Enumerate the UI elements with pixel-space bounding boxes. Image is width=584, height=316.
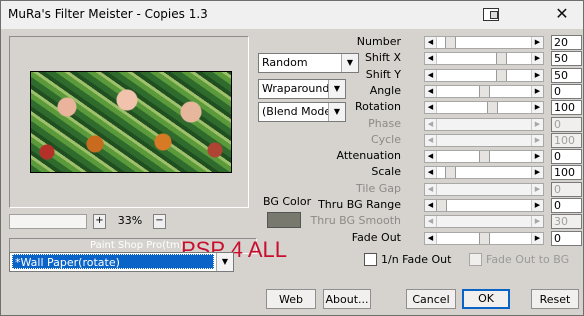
rotation-label: Rotation — [354, 100, 401, 113]
preset-dropdown[interactable]: *Wall Paper(rotate) ▼ — [9, 252, 234, 272]
thru-bg-range-value-field[interactable]: 0 — [551, 198, 582, 213]
thru-bg-smooth-label: Thru BG Smooth — [310, 214, 402, 227]
status-text: Paint Shop Pro(tm) — [90, 240, 184, 251]
chevron-right-icon[interactable]: ▶ — [531, 233, 543, 244]
tile-gap-value-field[interactable]: 0 — [551, 182, 582, 197]
chevron-right-icon[interactable]: ▶ — [531, 102, 543, 113]
number-slider-thumb[interactable] — [445, 37, 456, 48]
angle-slider-thumb[interactable] — [479, 86, 490, 97]
cycle-slider[interactable]: ◀ ▶ — [424, 134, 544, 147]
phase-slider[interactable]: ◀ ▶ — [424, 118, 544, 131]
chevron-left-icon[interactable]: ◀ — [425, 37, 437, 48]
rotation-value-field[interactable]: 100 — [551, 100, 582, 115]
chevron-right-icon[interactable]: ▶ — [531, 135, 543, 146]
chevron-left-icon[interactable]: ◀ — [425, 70, 437, 81]
shift-y-slider-thumb[interactable] — [496, 70, 507, 81]
chevron-right-icon[interactable]: ▶ — [531, 216, 543, 227]
angle-label: Angle — [369, 84, 401, 97]
fade-out-slider-thumb[interactable] — [479, 233, 490, 244]
chevron-right-icon[interactable]: ▶ — [531, 70, 543, 81]
chevron-left-icon[interactable]: ◀ — [425, 135, 437, 146]
fade-out-slider[interactable]: ◀ ▶ — [424, 232, 544, 245]
preview-image[interactable] — [30, 71, 232, 173]
tile-gap-label: Tile Gap — [355, 182, 401, 195]
attenuation-value-field[interactable]: 0 — [551, 149, 582, 164]
chevron-right-icon[interactable]: ▶ — [531, 119, 543, 130]
shift-x-label: Shift X — [364, 51, 401, 64]
angle-value-field[interactable]: 0 — [551, 84, 582, 99]
reset-button[interactable]: Reset — [531, 289, 579, 309]
chevron-left-icon[interactable]: ◀ — [425, 216, 437, 227]
tile-gap-slider[interactable]: ◀ ▶ — [424, 183, 544, 196]
thru-bg-smooth-value-field[interactable]: 30 — [551, 214, 582, 229]
preview-panel[interactable] — [9, 36, 249, 208]
number-value-field[interactable]: 20 — [551, 35, 582, 50]
angle-slider[interactable]: ◀ ▶ — [424, 85, 544, 98]
zoom-in-button[interactable]: + — [93, 214, 106, 229]
thru-bg-smooth-slider[interactable]: ◀ ▶ — [424, 215, 544, 228]
fade-out-1n-checkbox[interactable] — [364, 253, 377, 266]
chevron-right-icon[interactable]: ▶ — [531, 167, 543, 178]
cycle-label: Cycle — [370, 133, 401, 146]
cancel-button[interactable]: Cancel — [406, 289, 456, 309]
shift-x-slider-thumb[interactable] — [496, 53, 507, 64]
chevron-right-icon[interactable]: ▶ — [531, 200, 543, 211]
fade-out-to-bg-checkbox[interactable] — [469, 253, 482, 266]
about-button[interactable]: About... — [323, 289, 371, 309]
attenuation-label: Attenuation — [336, 149, 401, 162]
chevron-right-icon[interactable]: ▶ — [531, 53, 543, 64]
zoom-level: 33% — [117, 214, 143, 227]
chevron-left-icon[interactable]: ◀ — [425, 119, 437, 130]
chevron-left-icon[interactable]: ◀ — [425, 151, 437, 162]
window-title: MuRa's Filter Meister - Copies 1.3 — [8, 7, 208, 21]
rotation-slider-thumb[interactable] — [487, 102, 498, 113]
chevron-left-icon[interactable]: ◀ — [425, 102, 437, 113]
ok-button[interactable]: OK — [462, 289, 510, 309]
chevron-down-icon: ▼ — [216, 253, 233, 271]
thru-bg-range-slider-thumb[interactable] — [436, 200, 447, 211]
shift-y-slider[interactable]: ◀ ▶ — [424, 69, 544, 82]
fade-out-to-bg-label: Fade Out to BG — [486, 253, 570, 266]
phase-label: Phase — [368, 117, 401, 130]
chevron-left-icon[interactable]: ◀ — [425, 233, 437, 244]
chevron-left-icon[interactable]: ◀ — [425, 167, 437, 178]
shift-x-slider[interactable]: ◀ ▶ — [424, 52, 544, 65]
attenuation-slider-thumb[interactable] — [479, 151, 490, 162]
scale-slider-thumb[interactable] — [445, 167, 456, 178]
fade-out-label: Fade Out — [351, 231, 401, 244]
scale-label: Scale — [371, 165, 401, 178]
cycle-value-field[interactable]: 100 — [551, 133, 582, 148]
close-button[interactable]: ✕ — [549, 4, 575, 24]
shift-x-value-field[interactable]: 50 — [551, 51, 582, 66]
chevron-right-icon[interactable]: ▶ — [531, 86, 543, 97]
chevron-right-icon[interactable]: ▶ — [531, 37, 543, 48]
rotation-slider[interactable]: ◀ ▶ — [424, 101, 544, 114]
chevron-left-icon[interactable]: ◀ — [425, 86, 437, 97]
zoom-out-button[interactable]: − — [153, 214, 166, 229]
chevron-right-icon[interactable]: ▶ — [531, 184, 543, 195]
chevron-left-icon[interactable]: ◀ — [425, 184, 437, 195]
chevron-right-icon[interactable]: ▶ — [531, 151, 543, 162]
number-label: Number — [356, 35, 401, 48]
shift-y-value-field[interactable]: 50 — [551, 68, 582, 83]
web-button[interactable]: Web — [266, 289, 316, 309]
phase-value-field[interactable]: 0 — [551, 117, 582, 132]
thru-bg-range-slider[interactable]: ◀ ▶ — [424, 199, 544, 212]
filter-window: MuRa's Filter Meister - Copies 1.3 ✕ + 3… — [0, 0, 584, 316]
preset-dropdown-value: *Wall Paper(rotate) — [12, 254, 214, 269]
fade-out-value-field[interactable]: 0 — [551, 231, 582, 246]
chevron-left-icon[interactable]: ◀ — [425, 53, 437, 64]
thru-bg-range-label: Thru BG Range — [318, 198, 401, 211]
scale-value-field[interactable]: 100 — [551, 165, 582, 180]
scale-slider[interactable]: ◀ ▶ — [424, 166, 544, 179]
title-bar: MuRa's Filter Meister - Copies 1.3 ✕ — [1, 1, 583, 30]
number-slider[interactable]: ◀ ▶ — [424, 36, 544, 49]
preview-toggle-icon[interactable] — [483, 8, 499, 21]
preview-scrollbar[interactable] — [9, 214, 87, 229]
fade-out-1n-label: 1/n Fade Out — [381, 253, 452, 266]
shift-y-label: Shift Y — [365, 68, 401, 81]
attenuation-slider[interactable]: ◀ ▶ — [424, 150, 544, 163]
